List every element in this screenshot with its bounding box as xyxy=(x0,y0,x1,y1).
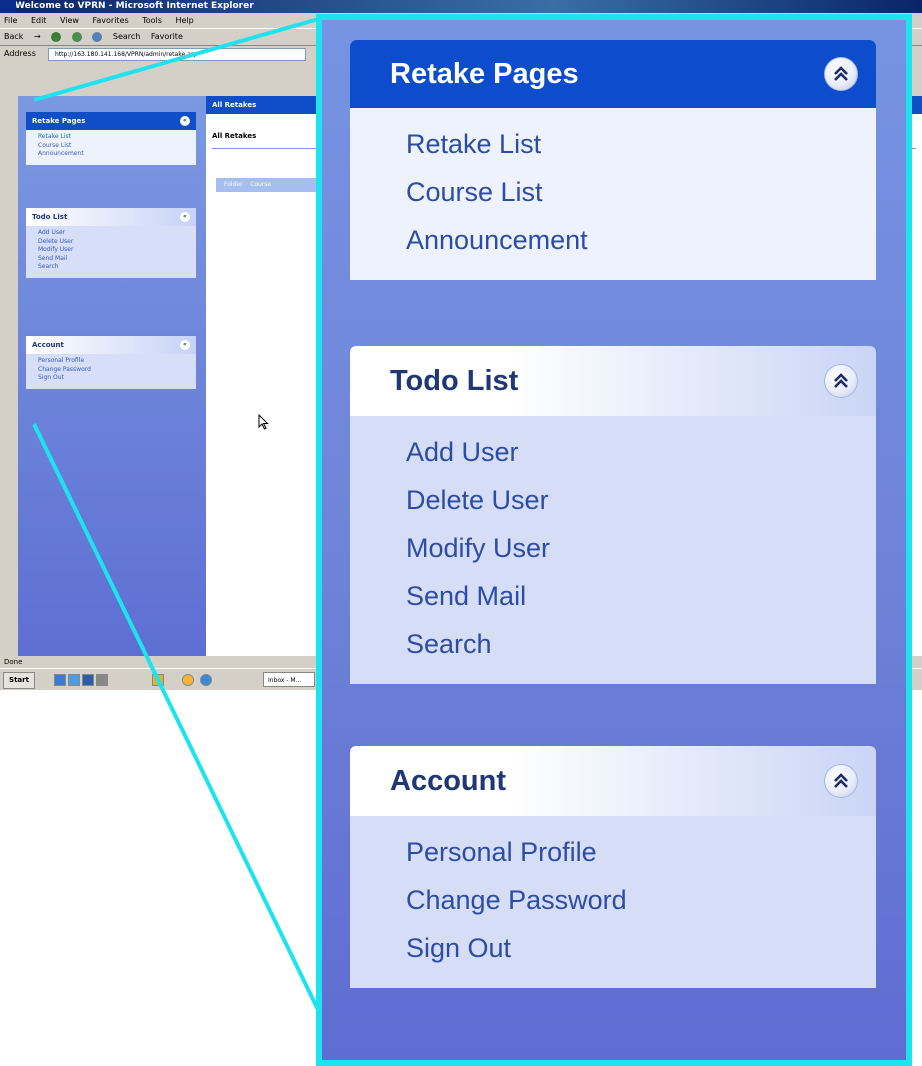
table-header-row: Folder Course xyxy=(216,178,326,192)
mini-link-announcement[interactable]: Announcement xyxy=(38,150,190,159)
quicklaunch-icon[interactable] xyxy=(200,674,212,686)
address-label: Address xyxy=(4,49,36,58)
section-title: Todo List xyxy=(390,365,519,397)
mini-section-account: Account « Personal Profile Change Passwo… xyxy=(26,336,196,389)
menu-file[interactable]: File xyxy=(4,16,17,25)
section-retake-pages: Retake Pages Retake List Course List Ann… xyxy=(350,40,876,280)
link-send-mail[interactable]: Send Mail xyxy=(406,572,876,620)
section-title: Retake Pages xyxy=(390,58,579,90)
chevron-double-up-icon[interactable] xyxy=(824,364,858,398)
menu-help[interactable]: Help xyxy=(175,16,193,25)
mini-link-modify-user[interactable]: Modify User xyxy=(38,246,190,255)
mini-section-body: Personal Profile Change Password Sign Ou… xyxy=(26,354,196,389)
link-modify-user[interactable]: Modify User xyxy=(406,524,876,572)
mini-link-search[interactable]: Search xyxy=(38,263,190,272)
mini-section-header[interactable]: Account « xyxy=(26,336,196,354)
table-header-course[interactable]: Course xyxy=(250,181,271,188)
chevron-double-up-icon[interactable]: « xyxy=(180,340,190,350)
chevron-double-up-icon[interactable]: « xyxy=(180,116,190,126)
link-announcement[interactable]: Announcement xyxy=(406,216,876,264)
menu-view[interactable]: View xyxy=(60,16,79,25)
forward-button[interactable]: → xyxy=(34,32,41,41)
status-text: Done xyxy=(4,658,23,666)
chevron-double-up-icon[interactable] xyxy=(824,57,858,91)
page-sidebar-mini: Retake Pages « Retake List Course List A… xyxy=(18,96,206,656)
mini-link-add-user[interactable]: Add User xyxy=(38,229,190,238)
refresh-icon[interactable] xyxy=(71,31,82,42)
chevron-double-up-icon[interactable] xyxy=(824,764,858,798)
start-button[interactable]: Start xyxy=(3,672,35,689)
mouse-pointer-icon xyxy=(258,414,269,430)
section-header-account[interactable]: Account xyxy=(350,746,876,816)
taskbar-item-inbox[interactable]: Inbox - M... xyxy=(263,672,315,687)
mini-link-sign-out[interactable]: Sign Out xyxy=(38,374,190,383)
quicklaunch-icon[interactable] xyxy=(152,674,164,686)
quicklaunch-icon[interactable] xyxy=(54,674,66,686)
chevron-double-up-icon[interactable]: « xyxy=(180,212,190,222)
section-title: Account xyxy=(390,765,506,797)
section-body: Personal Profile Change Password Sign Ou… xyxy=(350,816,876,988)
menu-edit[interactable]: Edit xyxy=(31,16,47,25)
mini-section-header[interactable]: Todo List « xyxy=(26,208,196,226)
mini-section-todo-list: Todo List « Add User Delete User Modify … xyxy=(26,208,196,278)
link-retake-list[interactable]: Retake List xyxy=(406,120,876,168)
mini-link-retake-list[interactable]: Retake List xyxy=(38,133,190,142)
address-input[interactable]: http://163.180.141.168/VPRN/admin/retake… xyxy=(48,48,306,61)
mini-link-personal-profile[interactable]: Personal Profile xyxy=(38,357,190,366)
mini-section-body: Add User Delete User Modify User Send Ma… xyxy=(26,226,196,278)
mini-section-retake-pages: Retake Pages « Retake List Course List A… xyxy=(26,112,196,165)
mini-section-body: Retake List Course List Announcement xyxy=(26,130,196,165)
stop-icon[interactable] xyxy=(51,31,62,42)
link-sign-out[interactable]: Sign Out xyxy=(406,924,876,972)
quicklaunch-icon[interactable] xyxy=(68,674,80,686)
link-add-user[interactable]: Add User xyxy=(406,428,876,476)
link-change-password[interactable]: Change Password xyxy=(406,876,876,924)
quicklaunch-icon[interactable] xyxy=(82,674,94,686)
table-header-folder[interactable]: Folder xyxy=(224,181,243,188)
zoom-callout-sidebar: Retake Pages Retake List Course List Ann… xyxy=(316,14,912,1066)
mini-link-change-password[interactable]: Change Password xyxy=(38,366,190,375)
favorites-button[interactable]: Favorite xyxy=(151,32,183,41)
quicklaunch-icon[interactable] xyxy=(182,674,194,686)
link-course-list[interactable]: Course List xyxy=(406,168,876,216)
mini-link-send-mail[interactable]: Send Mail xyxy=(38,255,190,264)
section-account: Account Personal Profile Change Password… xyxy=(350,746,876,988)
slide-corner-decoration xyxy=(0,0,16,13)
link-personal-profile[interactable]: Personal Profile xyxy=(406,828,876,876)
section-header-todo-list[interactable]: Todo List xyxy=(350,346,876,416)
mini-section-header[interactable]: Retake Pages « xyxy=(26,112,196,130)
mini-link-delete-user[interactable]: Delete User xyxy=(38,238,190,247)
menu-favorites[interactable]: Favorites xyxy=(93,16,129,25)
window-title: Welcome to VPRN - Microsoft Internet Exp… xyxy=(15,1,254,11)
section-todo-list: Todo List Add User Delete User Modify Us… xyxy=(350,346,876,684)
content-subtitle: All Retakes xyxy=(212,132,257,140)
back-button[interactable]: Back xyxy=(4,32,23,41)
window-titlebar: Welcome to VPRN - Microsoft Internet Exp… xyxy=(0,0,922,13)
link-delete-user[interactable]: Delete User xyxy=(406,476,876,524)
section-header-retake-pages[interactable]: Retake Pages xyxy=(350,40,876,108)
mini-link-course-list[interactable]: Course List xyxy=(38,142,190,151)
section-body: Retake List Course List Announcement xyxy=(350,108,876,280)
home-icon[interactable] xyxy=(92,31,103,42)
section-body: Add User Delete User Modify User Send Ma… xyxy=(350,416,876,684)
quicklaunch-icon[interactable] xyxy=(96,674,108,686)
link-search[interactable]: Search xyxy=(406,620,876,668)
search-button[interactable]: Search xyxy=(113,32,140,41)
menu-tools[interactable]: Tools xyxy=(142,16,162,25)
